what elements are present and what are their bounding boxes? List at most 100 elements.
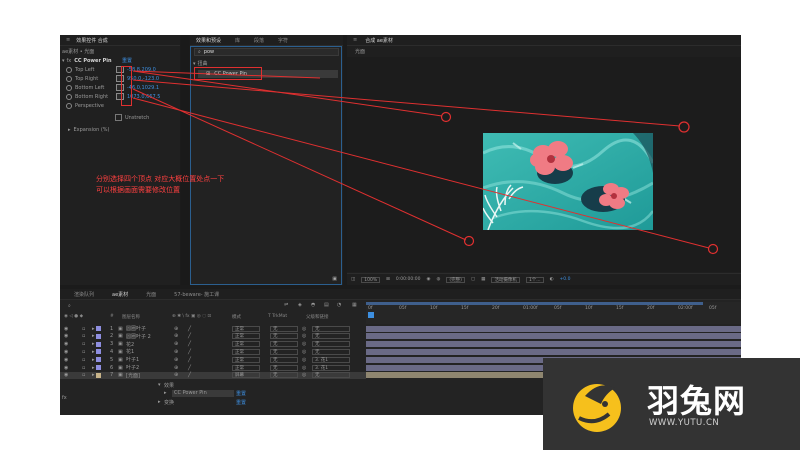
visibility-eye-icon[interactable]: ◉ <box>64 326 68 332</box>
layer-row[interactable]: ◉ ▫ ▸ 7 ▣ [光面] ⊕ ╱ 屏幕 无 ◎ 无 <box>60 371 366 379</box>
parent-pickwhip-icon[interactable]: ◎ <box>302 357 306 363</box>
shy-layers-icon[interactable]: ◓ <box>311 302 315 308</box>
effect-reset-link[interactable]: 重置 <box>122 57 132 64</box>
timecode[interactable]: 0:00:00:00 <box>396 277 421 282</box>
tab-timeline-beware[interactable]: 57-beware- 施工课 <box>174 291 219 298</box>
blend-mode-dropdown[interactable]: 正常 <box>232 341 260 348</box>
disclosure-triangle-icon[interactable]: ▾ <box>158 382 161 388</box>
motion-blur-icon[interactable]: ◔ <box>337 302 341 308</box>
lock-icon[interactable]: ▫ <box>82 372 85 378</box>
parent-dropdown[interactable]: 无 <box>312 372 350 379</box>
quality-switch-icon[interactable]: ╱ <box>188 333 191 339</box>
expansion-row[interactable]: ▸ Expansion (%) <box>60 125 180 134</box>
fx-icon[interactable]: fx <box>67 58 72 64</box>
panel-menu-icon[interactable]: ≡ <box>66 37 70 43</box>
parent-dropdown[interactable]: 无 <box>312 341 350 348</box>
magnification-icon[interactable]: ◫ <box>351 277 355 282</box>
track-matte-dropdown[interactable]: 无 <box>270 372 298 379</box>
quality-switch-icon[interactable]: ╱ <box>188 365 191 371</box>
views-dropdown[interactable]: 1个... <box>525 276 544 283</box>
sub-effects-row[interactable]: ▾ 效果 <box>60 382 366 390</box>
visibility-eye-icon[interactable]: ◉ <box>64 349 68 355</box>
track-matte-dropdown[interactable]: 无 <box>270 333 298 340</box>
quality-switch-icon[interactable]: ╱ <box>188 372 191 378</box>
unstretch-checkbox[interactable] <box>115 114 122 121</box>
quality-switch-icon[interactable]: ╱ <box>188 341 191 347</box>
tab-timeline-gloss[interactable]: 光面 <box>146 291 156 298</box>
work-area-bar[interactable] <box>366 302 703 305</box>
unstretch-row[interactable]: Unstretch <box>60 113 180 122</box>
disclosure-triangle-icon[interactable]: ▸ <box>164 390 167 396</box>
tab-composition[interactable]: 合成 ae素材 <box>365 37 393 44</box>
tab-library[interactable]: 库 <box>235 37 240 44</box>
zoom-dropdown[interactable]: 100% <box>361 276 381 283</box>
shy-switch-icon[interactable]: ⊕ <box>174 333 178 339</box>
camera-dropdown[interactable]: 活动摄像机 <box>491 276 520 283</box>
visibility-eye-icon[interactable]: ◉ <box>64 333 68 339</box>
parent-pickwhip-icon[interactable]: ◎ <box>302 372 306 378</box>
lock-icon[interactable]: ▫ <box>82 333 85 339</box>
disclosure-triangle-icon[interactable]: ▸ <box>92 372 95 378</box>
stopwatch-icon[interactable] <box>66 93 72 100</box>
tab-paragraph[interactable]: 段落 <box>254 37 264 44</box>
exposure-value[interactable]: +0.0 <box>560 277 571 282</box>
snapshot-icon[interactable]: ◉ <box>427 277 431 282</box>
tab-effect-controls[interactable]: 效果控件 合成 <box>76 37 108 44</box>
layer-row[interactable]: ◉ ▫ ▸ 6 ▣ 叶子2 ⊕ ╱ 正常 无 ◎ 3. 花1 <box>60 364 366 371</box>
label-color-swatch[interactable] <box>96 326 101 331</box>
lock-icon[interactable]: ▫ <box>82 365 85 371</box>
graph-editor-icon[interactable]: ▦ <box>352 302 357 308</box>
tab-timeline-ae-material[interactable]: ae素材 <box>112 291 128 298</box>
shy-switch-icon[interactable]: ⊕ <box>174 372 178 378</box>
blend-mode-dropdown[interactable]: 屏幕 <box>232 372 260 379</box>
disclosure-triangle-icon[interactable]: ▸ <box>92 341 95 347</box>
disclosure-triangle-icon[interactable]: ▸ <box>92 333 95 339</box>
disclosure-triangle-icon[interactable]: ▸ <box>92 357 95 363</box>
layer-duration-bar[interactable] <box>366 341 741 348</box>
visibility-eye-icon[interactable]: ◉ <box>64 357 68 363</box>
sub-transform-reset[interactable]: 重置 <box>236 399 246 406</box>
sub-effect-row[interactable]: ▸ CC Power Pin 重置 <box>60 390 366 398</box>
effect-header-row[interactable]: ▾ fx CC Power Pin 重置 <box>60 56 180 65</box>
frame-blending-icon[interactable]: ▤ <box>324 302 329 308</box>
label-color-swatch[interactable] <box>96 372 101 378</box>
layer-row[interactable]: ◉ ▫ ▸ 4 ▣ 花1 ⊕ ╱ 正常 无 ◎ 无 <box>60 348 366 355</box>
layer-duration-bar[interactable] <box>366 325 741 332</box>
shy-switch-icon[interactable]: ⊕ <box>174 357 178 363</box>
disclosure-triangle-icon[interactable]: ▸ <box>92 365 95 371</box>
presets-search-input[interactable]: ⌕ pow <box>194 48 339 56</box>
visibility-eye-icon[interactable]: ◉ <box>64 365 68 371</box>
composition-flowchart-icon[interactable]: ⇌ <box>284 302 288 308</box>
stopwatch-icon[interactable] <box>66 75 72 82</box>
effect-property-row[interactable]: Bottom Left -46.0,1029.1 <box>60 83 180 92</box>
label-color-swatch[interactable] <box>96 365 101 370</box>
parent-pickwhip-icon[interactable]: ◎ <box>302 349 306 355</box>
lock-icon[interactable]: ▫ <box>82 349 85 355</box>
parent-pickwhip-icon[interactable]: ◎ <box>302 333 306 339</box>
color-channel-icon[interactable]: ◍ <box>436 277 440 282</box>
disclosure-triangle-icon[interactable]: ▾ <box>62 58 65 64</box>
effect-property-row[interactable]: Top Right 950.0,-123.0 <box>60 74 180 83</box>
label-color-swatch[interactable] <box>96 333 101 339</box>
visibility-eye-icon[interactable]: ◉ <box>64 372 68 378</box>
layer-duration-bar[interactable] <box>366 348 741 355</box>
layer-row[interactable]: ◉ ▫ ▸ 5 ▣ 叶子1 ⊕ ╱ 正常 无 ◎ 3. 花1 <box>60 356 366 363</box>
disclosure-triangle-icon[interactable]: ▸ <box>68 127 71 133</box>
parent-dropdown[interactable]: 无 <box>312 325 350 332</box>
search-icon[interactable]: ⌕ <box>68 303 71 309</box>
parent-pickwhip-icon[interactable]: ◎ <box>302 326 306 332</box>
panel-scroll-strip[interactable] <box>181 35 189 285</box>
label-color-swatch[interactable] <box>96 349 101 355</box>
disclosure-triangle-icon[interactable]: ▸ <box>92 326 95 332</box>
label-color-swatch[interactable] <box>96 341 101 347</box>
new-folder-icon[interactable]: ▣ <box>332 276 337 282</box>
reset-exposure-icon[interactable]: ◐ <box>550 277 554 282</box>
tab-render-queue[interactable]: 渲染队列 <box>74 291 94 298</box>
quality-switch-icon[interactable]: ╱ <box>188 349 191 355</box>
disclosure-triangle-icon[interactable]: ▸ <box>158 399 161 405</box>
composition-breadcrumb[interactable]: 光面 <box>347 47 741 56</box>
blend-mode-dropdown[interactable]: 正常 <box>232 333 260 340</box>
blend-mode-dropdown[interactable]: 正常 <box>232 348 260 355</box>
tab-character[interactable]: 字符 <box>278 37 288 44</box>
parent-pickwhip-icon[interactable]: ◎ <box>302 341 306 347</box>
